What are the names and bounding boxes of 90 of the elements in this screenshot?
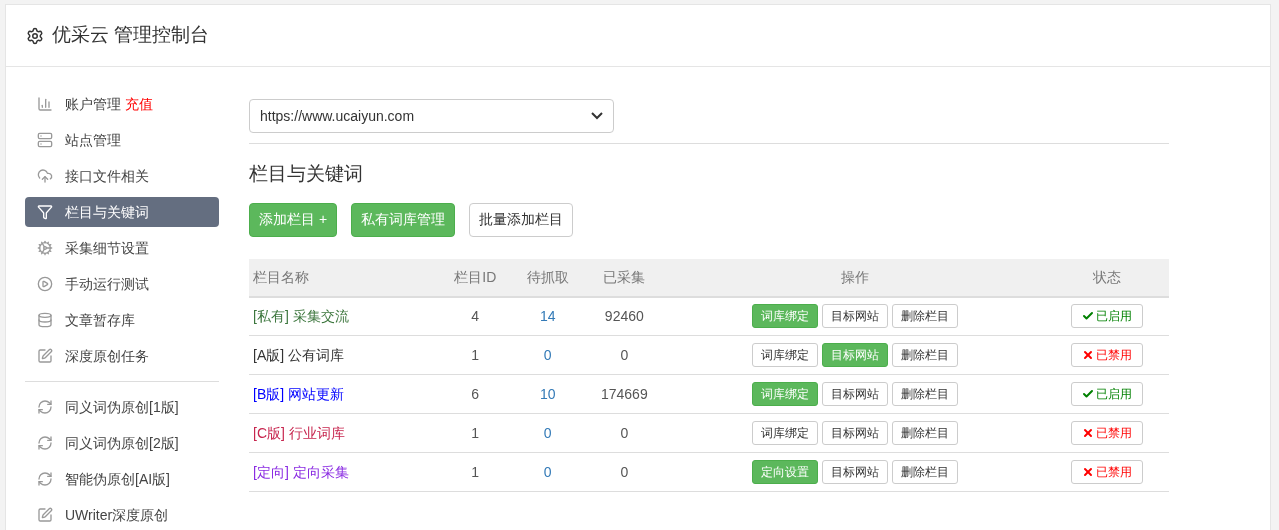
refresh-icon bbox=[37, 399, 53, 415]
cross-icon bbox=[1081, 349, 1094, 361]
filter-icon bbox=[37, 204, 53, 220]
cross-icon bbox=[1081, 466, 1094, 478]
column-name[interactable]: [C版] 行业词库 bbox=[253, 424, 345, 441]
edit-icon bbox=[37, 507, 53, 523]
action-button[interactable]: 目标网站 bbox=[821, 382, 888, 406]
sidebar-label: 接口文件相关 bbox=[65, 166, 149, 186]
action-button[interactable]: 删除栏目 bbox=[891, 421, 958, 445]
sidebar-label: 文章暂存库 bbox=[65, 310, 135, 330]
bar-chart-icon bbox=[37, 96, 53, 112]
sidebar-item[interactable]: 账户管理 充值 bbox=[25, 89, 219, 119]
action-button[interactable]: 删除栏目 bbox=[891, 460, 958, 484]
table-cell: 0 bbox=[543, 463, 552, 480]
status-button[interactable]: 已禁用 bbox=[1070, 460, 1143, 484]
sidebar-item[interactable]: 智能伪原创[AI版] bbox=[25, 464, 219, 494]
sidebar-item[interactable]: 同义词伪原创[2版] bbox=[25, 428, 219, 458]
sidebar-label: 深度原创任务 bbox=[65, 346, 149, 366]
sidebar-label: 栏目与关键词 bbox=[65, 202, 149, 222]
recharge-link[interactable]: 充值 bbox=[125, 93, 153, 115]
sidebar-item[interactable]: 同义词伪原创[1版] bbox=[25, 392, 219, 422]
column-header: 栏目ID bbox=[454, 268, 497, 285]
table-cell: 0 bbox=[543, 346, 552, 363]
column-header: 操作 bbox=[840, 268, 869, 285]
status-button[interactable]: 已启用 bbox=[1070, 382, 1143, 406]
refresh-icon bbox=[37, 435, 53, 451]
column-name[interactable]: [B版] 网站更新 bbox=[253, 385, 344, 402]
sidebar-label: 同义词伪原创[1版] bbox=[65, 397, 179, 417]
table-cell: 1 bbox=[471, 424, 480, 441]
database-icon bbox=[37, 312, 53, 328]
table-cell: 1 bbox=[471, 346, 480, 363]
sidebar-label: 账户管理 bbox=[65, 94, 121, 114]
table-cell: 6 bbox=[471, 385, 480, 402]
table-cell: 10 bbox=[539, 385, 556, 402]
check-icon bbox=[1081, 388, 1094, 400]
play-icon bbox=[37, 276, 53, 292]
cloud-upload-icon bbox=[37, 168, 53, 184]
table-cell: 92460 bbox=[604, 307, 644, 324]
column-name[interactable]: [私有] 采集交流 bbox=[253, 307, 349, 324]
action-button[interactable]: 目标网站 bbox=[821, 421, 888, 445]
action-button[interactable]: 词库绑定 bbox=[751, 343, 818, 367]
sidebar-item[interactable]: UWriter深度原创 bbox=[25, 500, 219, 530]
table-cell: 174669 bbox=[600, 385, 648, 402]
sidebar-item[interactable]: 手动运行测试 bbox=[25, 269, 219, 299]
toolbar-button[interactable]: 批量添加栏目 bbox=[469, 202, 574, 237]
gear-icon bbox=[37, 240, 53, 256]
section-title: 栏目与关键词 bbox=[249, 162, 363, 186]
cross-icon bbox=[1081, 427, 1094, 439]
table-cell: 14 bbox=[539, 307, 556, 324]
table-cell: 0 bbox=[620, 424, 629, 441]
action-button[interactable]: 词库绑定 bbox=[751, 421, 818, 445]
action-button[interactable]: 删除栏目 bbox=[891, 382, 958, 406]
table-cell: 1 bbox=[471, 463, 480, 480]
sidebar-item[interactable]: 深度原创任务 bbox=[25, 341, 219, 371]
table-cell: 4 bbox=[471, 307, 480, 324]
site-select[interactable]: https://www.ucaiyun.com bbox=[249, 99, 614, 133]
status-button[interactable]: 已禁用 bbox=[1070, 421, 1143, 445]
status-button[interactable]: 已启用 bbox=[1070, 304, 1143, 329]
action-button[interactable]: 删除栏目 bbox=[891, 343, 958, 367]
column-header: 已采集 bbox=[603, 268, 646, 285]
sidebar-label: 采集细节设置 bbox=[65, 238, 149, 258]
table-cell: 0 bbox=[543, 424, 552, 441]
sidebar-item[interactable]: 站点管理 bbox=[25, 125, 219, 155]
server-icon bbox=[37, 132, 53, 148]
sidebar-label: 站点管理 bbox=[65, 130, 121, 150]
sidebar-label: 同义词伪原创[2版] bbox=[65, 433, 179, 453]
edit-icon bbox=[37, 348, 53, 364]
sidebar-item[interactable]: 栏目与关键词 bbox=[25, 197, 219, 227]
column-header: 待抓取 bbox=[526, 268, 569, 285]
sidebar-label: 智能伪原创[AI版] bbox=[65, 469, 170, 489]
column-header: 栏目名称 bbox=[253, 268, 309, 285]
action-button[interactable]: 删除栏目 bbox=[891, 304, 958, 329]
sidebar-item[interactable]: 接口文件相关 bbox=[25, 161, 219, 191]
sidebar-item[interactable]: 采集细节设置 bbox=[25, 233, 219, 263]
table-cell: 0 bbox=[620, 346, 629, 363]
action-button[interactable]: 目标网站 bbox=[821, 460, 888, 484]
check-icon bbox=[1081, 310, 1094, 323]
refresh-icon bbox=[37, 471, 53, 487]
action-button[interactable]: 目标网站 bbox=[821, 304, 888, 329]
console-title: 优采云 管理控制台 bbox=[52, 23, 210, 48]
sidebar-label: 手动运行测试 bbox=[65, 274, 149, 294]
chevron-down-icon bbox=[591, 112, 603, 120]
sidebar-item[interactable]: 文章暂存库 bbox=[25, 305, 219, 335]
column-header: 状态 bbox=[1092, 268, 1121, 285]
column-name[interactable]: [A版] 公有词库 bbox=[253, 346, 344, 363]
table-cell: 0 bbox=[620, 463, 629, 480]
sidebar-label: UWriter深度原创 bbox=[65, 505, 169, 525]
settings-icon bbox=[26, 26, 44, 45]
status-button[interactable]: 已禁用 bbox=[1070, 343, 1143, 367]
column-name[interactable]: [定向] 定向采集 bbox=[253, 463, 349, 480]
